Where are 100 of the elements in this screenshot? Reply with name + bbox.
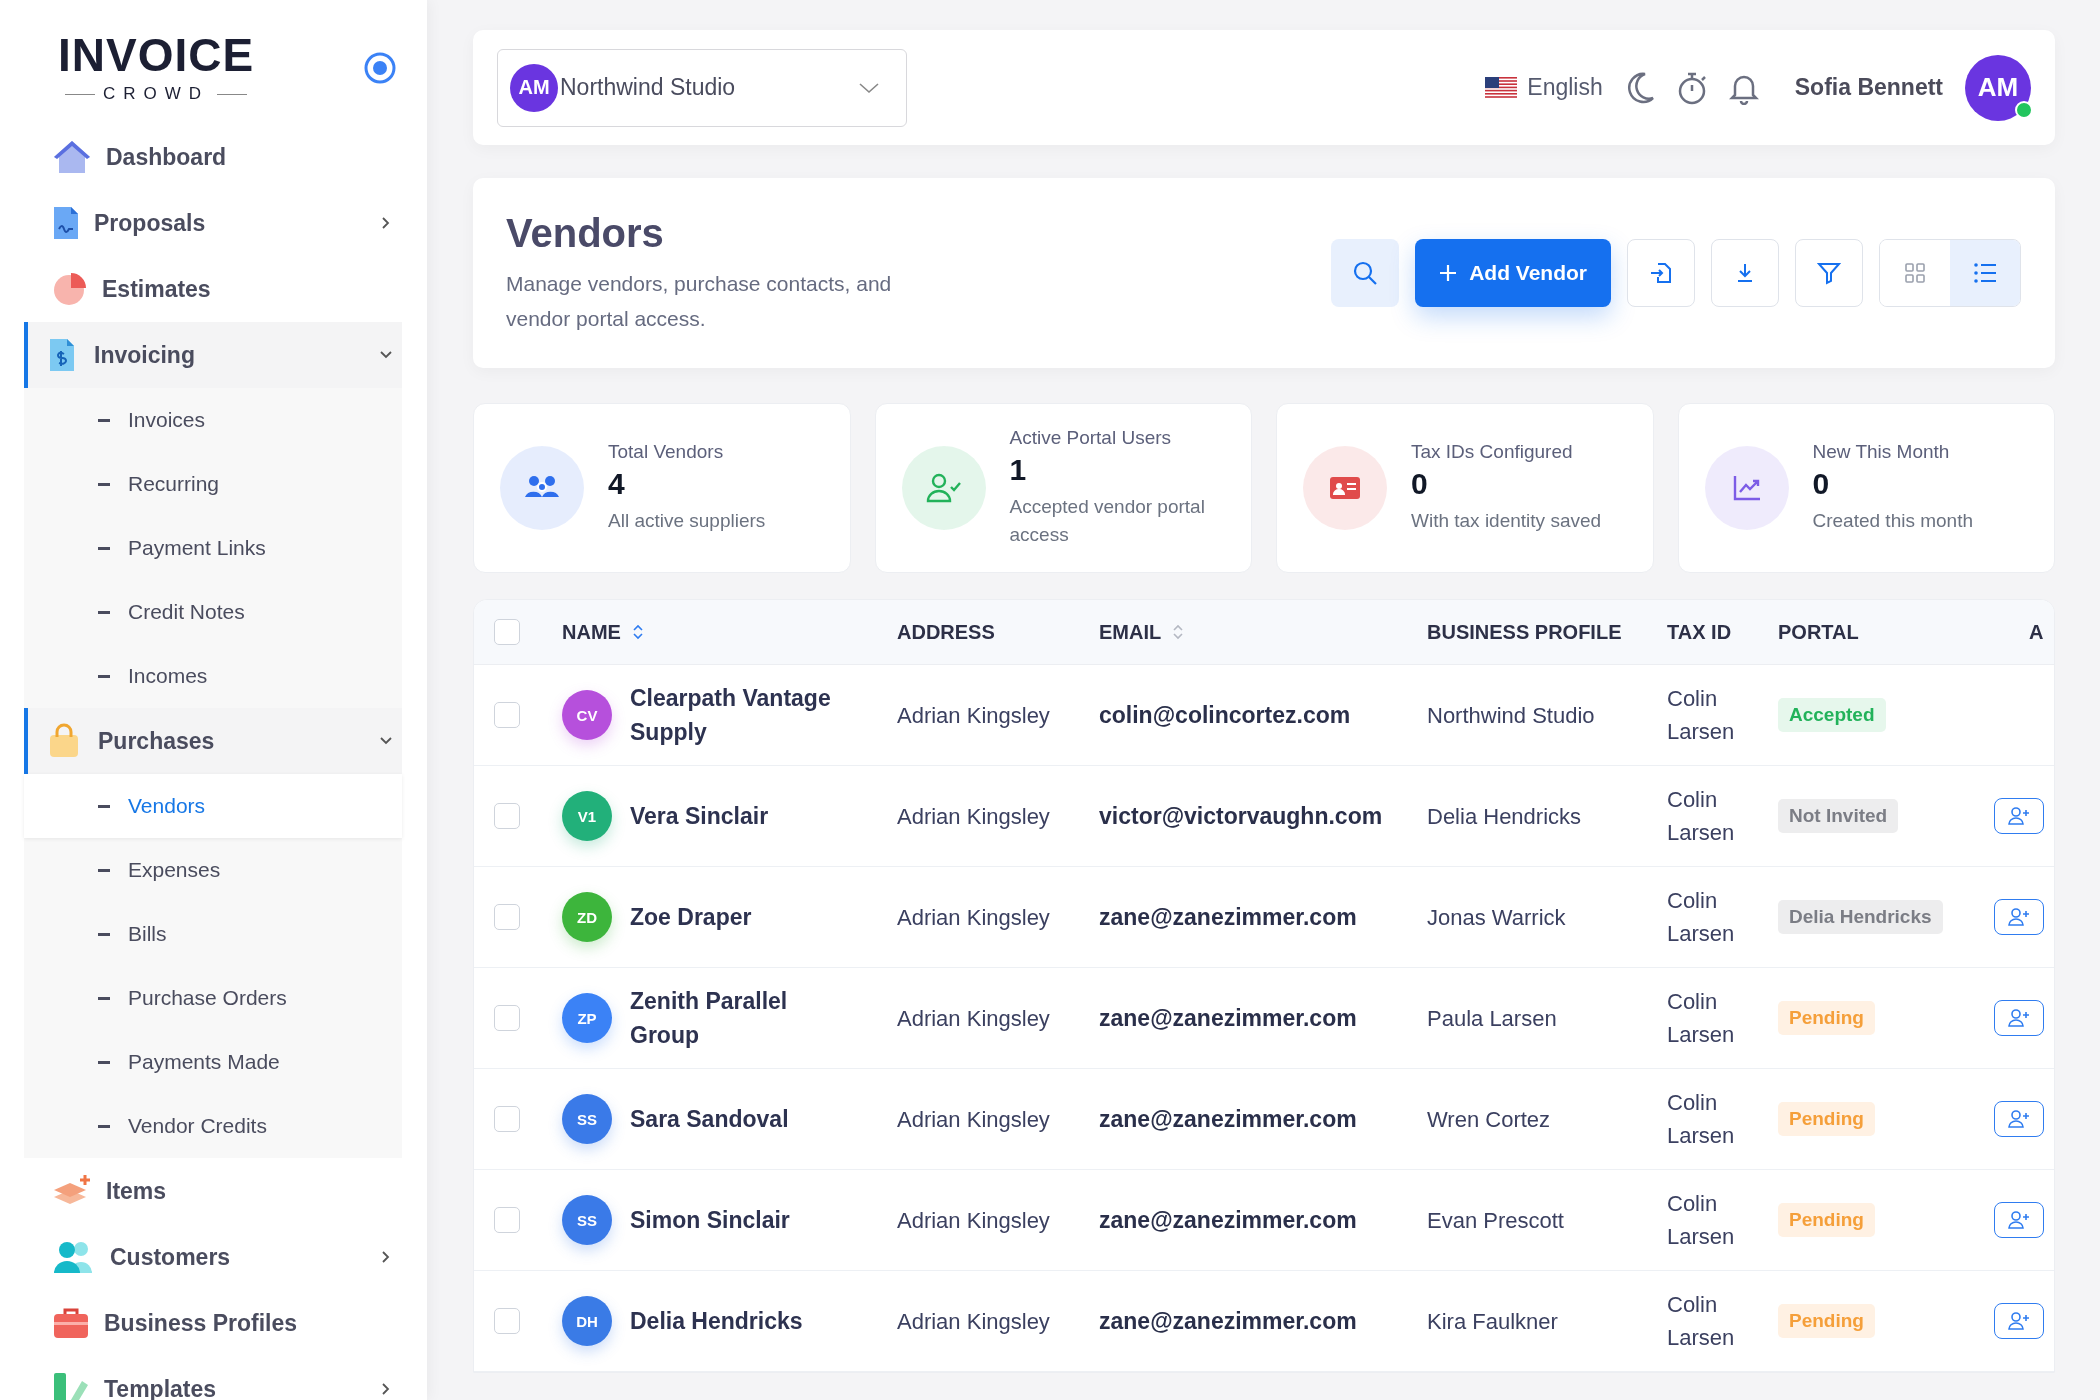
sidebar-subitem[interactable]: Purchase Orders [24, 966, 402, 1030]
add-vendor-button[interactable]: Add Vendor [1415, 239, 1611, 307]
language-selector[interactable]: English [1485, 74, 1603, 101]
vendor-email: zane@zanezimmer.com [1099, 1105, 1358, 1133]
vendor-name: Zenith Parallel Group [630, 987, 789, 1050]
sidebar-subitem[interactable]: Vendors [24, 774, 402, 838]
table-cell-text: Adrian Kingsley [897, 1206, 1051, 1235]
stat-value: 0 [1411, 467, 1429, 501]
company-select[interactable]: AM Northwind Studio [497, 48, 907, 127]
page-title: Vendors [506, 210, 665, 256]
vendor-email: zane@zanezimmer.com [1099, 1004, 1358, 1032]
import-icon [1649, 261, 1673, 285]
vendor-avatar: SS [562, 1195, 612, 1245]
row-checkbox[interactable] [494, 803, 520, 829]
sidebar-item[interactable]: Purchases [24, 708, 402, 774]
vendor-avatar: DH [562, 1296, 612, 1346]
flag-icon [1485, 76, 1518, 99]
invite-user-button[interactable] [1994, 1000, 2044, 1036]
portal-status: Pending [1778, 1001, 1875, 1035]
invite-user-button[interactable] [1994, 798, 2044, 834]
sidebar-toggle-icon[interactable] [363, 51, 397, 85]
vendor-email: zane@zanezimmer.com [1099, 1206, 1358, 1234]
sidebar-subitem[interactable]: Vendor Credits [24, 1094, 402, 1158]
sidebar-subitem[interactable]: Invoices [24, 388, 402, 452]
invite-user-button[interactable] [1994, 1101, 2044, 1137]
stat-label: Active Portal Users [1009, 427, 1173, 449]
stopwatch-icon[interactable] [1676, 70, 1707, 105]
sidebar-item[interactable]: Proposals [24, 190, 402, 256]
invite-user-button[interactable] [1994, 1303, 2044, 1339]
sidebar-item[interactable]: Estimates [24, 256, 402, 322]
sidebar-item[interactable]: Business Profiles [24, 1290, 402, 1356]
house-icon [52, 139, 92, 175]
pie-chart-icon [52, 271, 88, 307]
stat-value: 0 [1812, 467, 1831, 501]
sidebar-subitem[interactable]: Payment Links [24, 516, 402, 580]
sidebar-subitem[interactable]: Credit Notes [24, 580, 402, 644]
vendor-avatar: SS [562, 1094, 612, 1144]
table-cell-text: Colin Larsen [1667, 887, 1736, 948]
row-checkbox[interactable] [494, 1207, 520, 1233]
vendor-avatar: ZD [562, 892, 612, 942]
column-header[interactable]: EMAIL [1099, 620, 1427, 644]
stat-note: With tax identity saved [1411, 509, 1602, 533]
search-button[interactable] [1331, 239, 1400, 307]
row-checkbox[interactable] [494, 1005, 520, 1031]
row-checkbox[interactable] [494, 904, 520, 930]
stat-note: All active suppliers [608, 509, 766, 533]
sidebar-subitem[interactable]: Payments Made [24, 1030, 402, 1094]
list-view-button[interactable] [1950, 240, 2020, 306]
table-cell-text: Adrian Kingsley [897, 903, 1051, 932]
stat-value: 1 [1009, 453, 1028, 487]
user-name: Sofia Bennett [1794, 74, 1943, 101]
sort-icon [1173, 624, 1184, 640]
table-cell-text: Evan Prescott [1427, 1206, 1565, 1235]
sidebar-subitem[interactable]: Expenses [24, 838, 402, 902]
row-checkbox[interactable] [494, 1106, 520, 1132]
sidebar-item[interactable]: Invoicing [24, 322, 402, 388]
row-checkbox[interactable] [494, 702, 520, 728]
stat-note: Created this month [1812, 509, 1974, 533]
table-cell-text: Colin Larsen [1667, 685, 1736, 746]
stat-value: 4 [608, 467, 626, 501]
template-icon [52, 1371, 90, 1400]
sidebar-item[interactable]: Items [24, 1158, 402, 1224]
table-cell-text: Colin Larsen [1667, 1089, 1736, 1150]
stat-label: New This Month [1812, 441, 1951, 463]
add-user-icon [2008, 1210, 2030, 1230]
vendor-name: Vera Sinclair [630, 802, 770, 831]
filter-button[interactable] [1795, 239, 1863, 307]
sidebar-subitem[interactable]: Bills [24, 902, 402, 966]
column-header[interactable]: NAME [562, 620, 897, 644]
sidebar-subitem[interactable]: Incomes [24, 644, 402, 708]
table-cell-text: Adrian Kingsley [897, 1004, 1051, 1033]
user-avatar[interactable]: AM [1965, 54, 2031, 121]
sidebar-item[interactable]: Dashboard [24, 124, 402, 190]
column-header: BUSINESS PROFILE [1427, 620, 1623, 644]
list-icon [1973, 262, 1997, 284]
table-cell-text: Delia Hendricks [1427, 802, 1583, 831]
table-cell-text: Paula Larsen [1427, 1004, 1558, 1033]
sidebar-item[interactable]: Customers [24, 1224, 402, 1290]
invoice-icon [48, 337, 76, 373]
chevron-down-icon [858, 80, 880, 95]
stat-label: Total Vendors [608, 441, 725, 463]
logo-subtitle: CROWD [65, 84, 248, 104]
search-icon [1352, 260, 1379, 286]
add-user-icon [2008, 806, 2030, 826]
table-cell-text: Jonas Warrick [1427, 903, 1567, 932]
column-header: A [2028, 620, 2045, 644]
column-header: ADDRESS [897, 620, 996, 644]
import-button[interactable] [1627, 239, 1695, 307]
vendor-avatar: ZP [562, 993, 612, 1043]
select-all-checkbox[interactable] [494, 619, 520, 645]
filter-icon [1817, 261, 1841, 285]
invite-user-button[interactable] [1994, 899, 2044, 935]
sidebar-subitem[interactable]: Recurring [24, 452, 402, 516]
page-description: Manage vendors, purchase contacts, and vendor portal access. [506, 270, 893, 332]
vendor-avatar: V1 [562, 791, 612, 841]
vendor-name: Sara Sandoval [630, 1105, 790, 1134]
row-checkbox[interactable] [494, 1308, 520, 1334]
table-cell-text: Colin Larsen [1667, 988, 1736, 1049]
add-user-icon [2008, 1311, 2030, 1331]
invite-user-button[interactable] [1994, 1202, 2044, 1238]
